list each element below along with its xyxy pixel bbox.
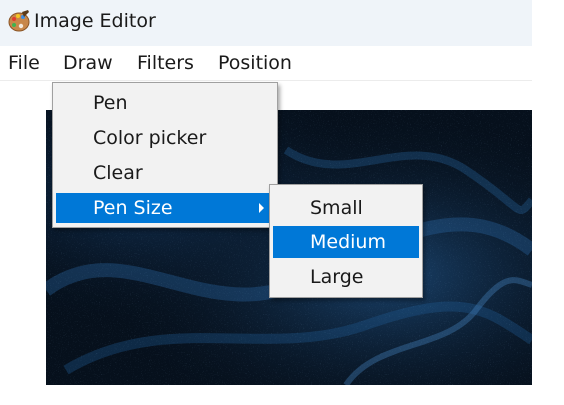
pen-size-submenu: Small Medium Large bbox=[269, 184, 423, 298]
title-bar[interactable]: Image Editor bbox=[0, 0, 532, 46]
draw-menu-dropdown: Pen Color picker Clear Pen Size bbox=[52, 82, 278, 228]
menu-item-clear[interactable]: Clear bbox=[56, 158, 274, 188]
menu-filters[interactable]: Filters bbox=[137, 51, 194, 75]
menu-item-pen-size[interactable]: Pen Size bbox=[56, 193, 274, 223]
menu-item-pen[interactable]: Pen bbox=[56, 88, 274, 118]
menu-item-pen-size-label: Pen Size bbox=[93, 197, 173, 219]
pen-size-large[interactable]: Large bbox=[273, 261, 419, 293]
pen-size-medium[interactable]: Medium bbox=[273, 226, 419, 258]
menu-file[interactable]: File bbox=[8, 51, 40, 75]
submenu-arrow-icon bbox=[259, 203, 264, 213]
menu-bar: File Draw Filters Position bbox=[0, 46, 532, 81]
image-editor-window: Image Editor File Draw Filters Position bbox=[0, 0, 564, 405]
window-title: Image Editor bbox=[34, 10, 156, 32]
menu-item-color-picker[interactable]: Color picker bbox=[56, 123, 274, 153]
palette-icon bbox=[8, 10, 30, 32]
menu-position[interactable]: Position bbox=[218, 51, 292, 75]
pen-size-small[interactable]: Small bbox=[273, 192, 419, 224]
menu-draw[interactable]: Draw bbox=[63, 51, 113, 75]
